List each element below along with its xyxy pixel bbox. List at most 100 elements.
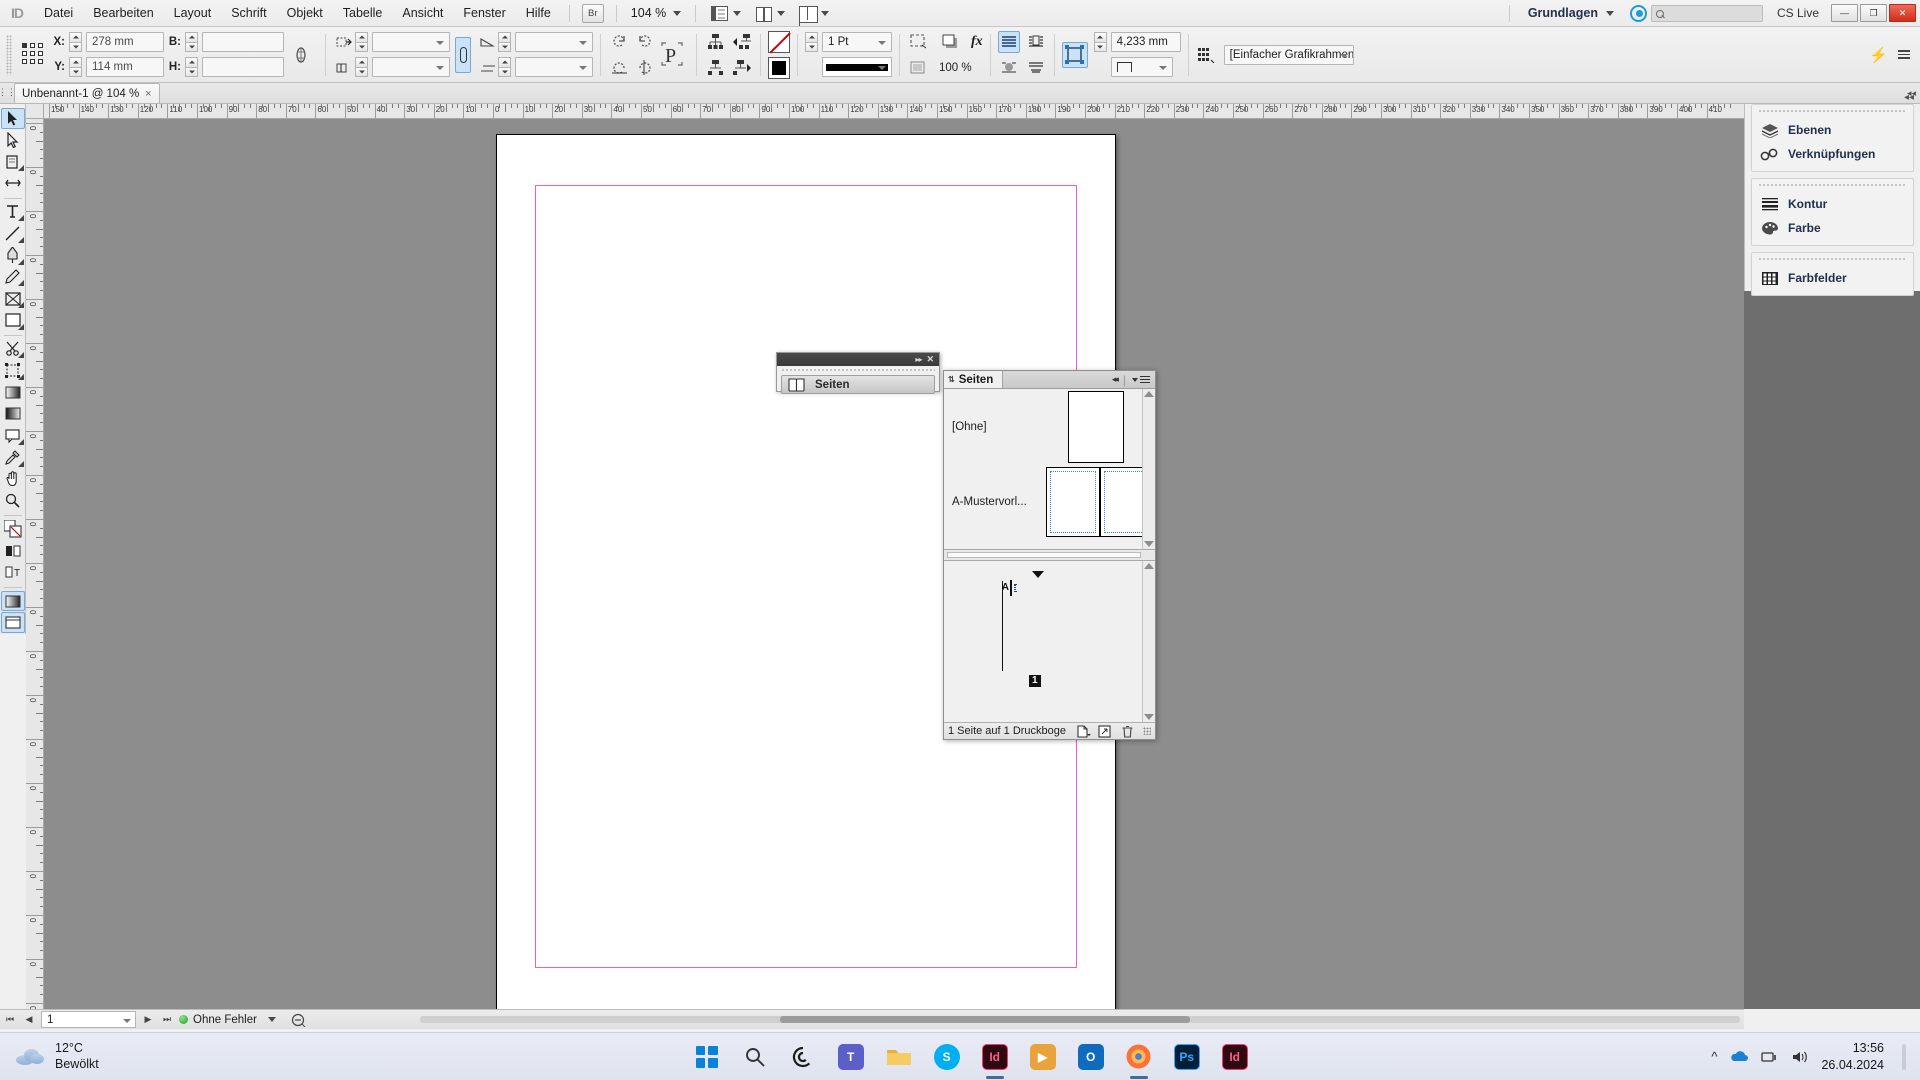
- opacity-value[interactable]: 100 %: [939, 62, 972, 74]
- flip-horizontal-icon[interactable]: [608, 57, 630, 79]
- pages-scrollbar[interactable]: [1142, 561, 1155, 722]
- text-wrap-object-shape-icon[interactable]: [998, 57, 1020, 79]
- indesign-alt-button[interactable]: Id: [1218, 1040, 1252, 1074]
- scroll-up-icon[interactable]: [1144, 563, 1154, 569]
- sidebar-item-gap-tool[interactable]: [1, 173, 25, 194]
- corner-radius-stepper[interactable]: [1093, 32, 1107, 52]
- width-stepper[interactable]: [185, 32, 198, 52]
- chevron-down-icon[interactable]: [267, 1017, 276, 1022]
- height-stepper[interactable]: [185, 57, 198, 77]
- menu-item-hilfe[interactable]: Hilfe: [516, 0, 561, 27]
- workspace-switcher[interactable]: Grundlagen: [1518, 6, 1624, 20]
- formatting-affects-text-button[interactable]: T: [1, 562, 25, 583]
- control-panel-menu-icon[interactable]: [1898, 50, 1910, 59]
- scale-x-stepper[interactable]: [355, 32, 368, 52]
- floating-panel-group[interactable]: ▸▸ ✕ Seiten: [776, 352, 940, 394]
- reference-point-selector[interactable]: [22, 42, 46, 67]
- stroke-weight-stepper[interactable]: [805, 32, 818, 52]
- sidebar-item-gradient-swatch-tool[interactable]: [1, 382, 25, 403]
- height-input[interactable]: [202, 57, 284, 77]
- pages-panel[interactable]: ⇅ Seiten ◂◂ | [Ohne] A-Mustervorl... A 1…: [943, 370, 1156, 740]
- volume-icon[interactable]: [1791, 1050, 1809, 1064]
- horizontal-scrollbar-thumb[interactable]: [780, 1016, 1190, 1023]
- sidebar-item-free-transform-tool[interactable]: [1, 360, 25, 381]
- master-pages-area[interactable]: [Ohne] A-Mustervorl...: [944, 389, 1155, 549]
- menu-item-schrift[interactable]: Schrift: [221, 0, 276, 27]
- bridge-icon[interactable]: Br: [581, 3, 604, 23]
- sidebar-item-selection-tool[interactable]: [0, 108, 25, 129]
- sidebar-item-verknuepfungen[interactable]: Verknüpfungen: [1752, 142, 1913, 166]
- drop-shadow-icon[interactable]: [939, 31, 961, 53]
- screen-mode-control[interactable]: [704, 5, 748, 21]
- constrain-position-icon[interactable]: [290, 44, 312, 66]
- trash-icon[interactable]: [1119, 724, 1135, 738]
- sidebar-item-scissors-tool[interactable]: [1, 339, 25, 360]
- corner-options-icon[interactable]: [1061, 41, 1088, 68]
- feather-icon[interactable]: [907, 57, 929, 79]
- zoom-level-control[interactable]: 104 %: [625, 6, 687, 20]
- send-to-back-icon[interactable]: [731, 57, 753, 79]
- fill-stroke-proxy[interactable]: [1, 519, 25, 540]
- sidebar-item-note-tool[interactable]: [1, 425, 25, 446]
- page-number-input[interactable]: 1: [41, 1011, 136, 1028]
- dock-group-grip[interactable]: [1758, 257, 1907, 262]
- first-page-button[interactable]: ⏮: [3, 1012, 17, 1028]
- collapse-icon[interactable]: ◂◂: [1112, 374, 1119, 385]
- menu-item-layout[interactable]: Layout: [164, 0, 222, 27]
- constrain-proportions-button[interactable]: [455, 36, 471, 73]
- master-row-none[interactable]: [Ohne]: [944, 389, 1155, 464]
- stroke-color-swatch[interactable]: [768, 30, 790, 53]
- width-input[interactable]: [202, 32, 284, 52]
- text-wrap-none-icon[interactable]: [997, 30, 1020, 53]
- sidebar-item-eyedropper-tool[interactable]: [1, 447, 25, 468]
- menu-item-ansicht[interactable]: Ansicht: [392, 0, 453, 27]
- document-info-icon[interactable]: [291, 1013, 306, 1027]
- rotate-90-cw-icon[interactable]: [608, 31, 630, 53]
- onedrive-icon[interactable]: [1729, 1050, 1749, 1064]
- view-options-control[interactable]: [792, 5, 836, 23]
- horizontal-scrollbar[interactable]: [420, 1016, 1740, 1023]
- corner-shape-select[interactable]: [1110, 57, 1173, 77]
- spread-icon[interactable]: [1097, 724, 1113, 738]
- sidebar-item-direct-selection-tool[interactable]: [1, 130, 25, 151]
- master-thumbnail-spread[interactable]: [1046, 466, 1154, 537]
- object-style-icon[interactable]: [1196, 44, 1218, 66]
- sidebar-item-gradient-feather-tool[interactable]: [1, 404, 25, 425]
- sidebar-item-type-tool[interactable]: [1, 202, 25, 223]
- sidebar-item-line-tool[interactable]: [1, 223, 25, 244]
- new-page-icon[interactable]: [1075, 724, 1091, 738]
- collapse-icon[interactable]: ▸▸: [915, 355, 922, 364]
- floating-panel-titlebar[interactable]: ▸▸ ✕: [777, 353, 939, 366]
- dock-group-grip[interactable]: [1758, 109, 1907, 114]
- copilot-button[interactable]: [786, 1040, 820, 1074]
- explorer-button[interactable]: [882, 1040, 916, 1074]
- previous-page-button[interactable]: ◀: [22, 1012, 36, 1028]
- floating-panel-grip[interactable]: [781, 368, 935, 373]
- teams-button[interactable]: T: [834, 1040, 868, 1074]
- search-button[interactable]: [738, 1040, 772, 1074]
- y-input[interactable]: 114 mm: [86, 57, 164, 77]
- stroke-type-select[interactable]: [822, 57, 892, 77]
- menu-item-objekt[interactable]: Objekt: [277, 0, 333, 27]
- page-thumbnail[interactable]: A: [1002, 580, 1012, 596]
- menu-item-bearbeiten[interactable]: Bearbeiten: [83, 0, 163, 27]
- master-thumbnail[interactable]: [1068, 390, 1124, 463]
- menu-item-datei[interactable]: Datei: [34, 0, 83, 27]
- search-input[interactable]: [1650, 4, 1763, 22]
- scroll-down-icon[interactable]: [1144, 714, 1154, 720]
- document-pages-area[interactable]: A 1: [944, 561, 1155, 722]
- maximize-button[interactable]: ❐: [1860, 4, 1887, 22]
- rotate-90-ccw-icon[interactable]: [633, 31, 655, 53]
- document-canvas[interactable]: [44, 119, 1744, 1009]
- quick-apply-icon[interactable]: ⚡: [1869, 46, 1888, 64]
- sidebar-item-kontur[interactable]: Kontur: [1752, 192, 1913, 216]
- indesign-taskbar-button[interactable]: Id: [978, 1040, 1012, 1074]
- shear-input[interactable]: [515, 57, 593, 77]
- last-page-button[interactable]: ⏭: [160, 1012, 174, 1028]
- vertical-ruler[interactable]: 000000000000000000000: [26, 119, 44, 1009]
- master-row-a[interactable]: A-Mustervorl...: [944, 464, 1155, 539]
- tabbar-grip[interactable]: ⋮⋮: [0, 82, 16, 103]
- sidebar-item-page-tool[interactable]: [1, 151, 25, 172]
- scale-y-input[interactable]: [372, 57, 450, 77]
- sidebar-item-zoom-tool[interactable]: [1, 490, 25, 511]
